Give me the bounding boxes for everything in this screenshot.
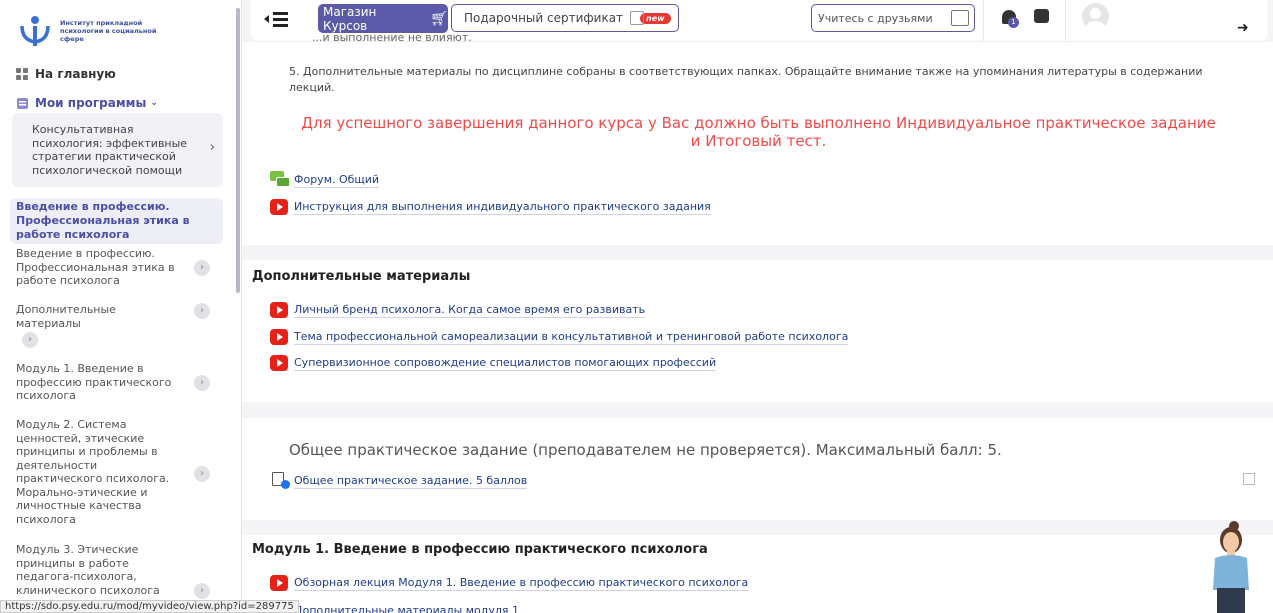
grid-icon [16, 67, 29, 81]
program-card[interactable]: Консультативная психология: эффективные … [12, 113, 223, 187]
sidebar-scrollbar[interactable] [236, 8, 240, 293]
study-with-friends-button[interactable]: Учитесь с друзьями [811, 4, 975, 32]
extra-activity-3[interactable]: Супервизионное сопровождение специалисто… [270, 355, 717, 371]
program-title: Консультативная психология: эффективные … [32, 123, 188, 177]
practical-task-link[interactable]: Общее практическое задание. 5 баллов [294, 474, 528, 489]
forum-icon [270, 171, 290, 189]
sidebar-item-module1[interactable]: Модуль 1. Введение в профессию практичес… [16, 362, 181, 403]
module1-extra-link[interactable]: Дополнительные материалы модуля 1 [294, 604, 519, 613]
assistant-avatar-icon[interactable] [1205, 518, 1257, 613]
practical-task-heading: Общее практическое задание (преподавател… [289, 441, 1002, 459]
completion-checkbox[interactable] [1243, 473, 1255, 485]
extra-activity-1[interactable]: Личный бренд психолога. Когда самое врем… [270, 302, 646, 318]
gift-certificate-label: Подарочный сертификат [464, 11, 624, 25]
module1-lecture-activity[interactable]: Обзорная лекция Модуля 1. Введение в про… [270, 575, 749, 591]
instruction-activity[interactable]: Инструкция для выполнения индивидуальног… [270, 199, 711, 215]
youtube-icon [270, 575, 288, 591]
sidebar-active-section[interactable]: Введение в профессию. Профессиональная э… [10, 198, 223, 244]
status-url: https://sdo.psy.edu.ru/mod/myvideo/view.… [0, 600, 299, 613]
sidebar-item-intro[interactable]: Введение в профессию. Профессиональная э… [16, 247, 181, 288]
truncated-text: ...и выполнение не влияют. [312, 31, 472, 42]
messages-icon[interactable] [1034, 9, 1049, 23]
divider [983, 0, 984, 42]
youtube-icon [270, 355, 288, 371]
course-shop-label: Магазин Курсов [323, 4, 377, 33]
logout-icon[interactable]: ➜ [1237, 20, 1249, 36]
gift-icon [630, 11, 645, 25]
youtube-icon [270, 302, 288, 318]
chevron-circle-icon[interactable]: › [194, 260, 210, 276]
sidebar: Институт прикладной психологии в социаль… [0, 0, 242, 613]
module1-title: Модуль 1. Введение в профессию практичес… [252, 542, 708, 557]
chevron-circle-icon[interactable]: › [22, 332, 38, 348]
extra-link-self-realization[interactable]: Тема профессиональной самореализации в к… [294, 330, 849, 345]
chevron-down-icon: ⌄ [150, 98, 158, 108]
practical-task-activity[interactable]: Общее практическое задание. 5 баллов [270, 472, 528, 490]
module1-extra-activity[interactable]: Дополнительные материалы модуля 1 [270, 603, 519, 613]
forum-activity[interactable]: Форум. Общий [270, 171, 380, 189]
extra-link-supervision[interactable]: Супервизионное сопровождение специалисто… [294, 356, 717, 371]
study-with-friends-label: Учитесь с друзьями [818, 11, 933, 25]
avatar[interactable] [1082, 3, 1109, 30]
book-icon [16, 97, 29, 110]
course-shop-button[interactable]: Магазин Курсов 🛒︎ [318, 4, 448, 33]
home-link[interactable]: На главную [16, 67, 116, 81]
sidebar-item-module2[interactable]: Модуль 2. Система ценностей, этические п… [16, 418, 181, 526]
extra-activity-2[interactable]: Тема профессиональной самореализации в к… [270, 329, 849, 345]
gift-certificate-button[interactable]: Подарочный сертификат new [451, 4, 679, 32]
instruction-link[interactable]: Инструкция для выполнения индивидуальног… [294, 200, 711, 215]
my-programs-toggle[interactable]: Мои программы ⌄ [16, 96, 158, 110]
forum-link[interactable]: Форум. Общий [294, 173, 380, 188]
chevron-circle-icon[interactable]: › [194, 466, 210, 482]
institute-logo[interactable]: Институт прикладной психологии в социаль… [18, 14, 160, 48]
chevron-right-icon: › [209, 140, 215, 155]
logo-mark-icon [18, 14, 52, 48]
note-item-5: 5. Дополнительные материалы по дисциплин… [289, 65, 1203, 94]
notifications-badge: 1 [1008, 17, 1019, 28]
completion-warning: Для успешного завершения данного курса у… [301, 114, 1216, 150]
practical-task-section [242, 418, 1273, 520]
menu-toggle-icon[interactable] [264, 10, 294, 28]
youtube-icon [270, 329, 288, 345]
extra-materials-title: Дополнительные материалы [252, 269, 471, 284]
home-link-label: На главную [35, 67, 116, 81]
cart-icon: 🛒︎ [430, 10, 448, 27]
new-badge: new [640, 12, 671, 24]
youtube-icon [270, 199, 288, 215]
module1-lecture-link[interactable]: Обзорная лекция Модуля 1. Введение в про… [294, 576, 749, 591]
chevron-circle-icon[interactable]: › [194, 375, 210, 391]
chevron-circle-icon[interactable]: › [194, 303, 210, 319]
sidebar-item-module3[interactable]: Модуль 3. Этические принципы в работе пе… [16, 543, 181, 597]
divider [1065, 0, 1066, 42]
chevron-circle-icon[interactable]: › [194, 583, 210, 599]
my-programs-label: Мои программы [35, 96, 147, 110]
assignment-icon [270, 472, 290, 490]
logo-text: Институт прикладной психологии в социаль… [60, 19, 157, 43]
sidebar-item-extra[interactable]: Дополнительные материалы [16, 303, 181, 330]
qr-code-icon [951, 10, 969, 26]
extra-link-brand[interactable]: Личный бренд психолога. Когда самое врем… [294, 303, 646, 318]
